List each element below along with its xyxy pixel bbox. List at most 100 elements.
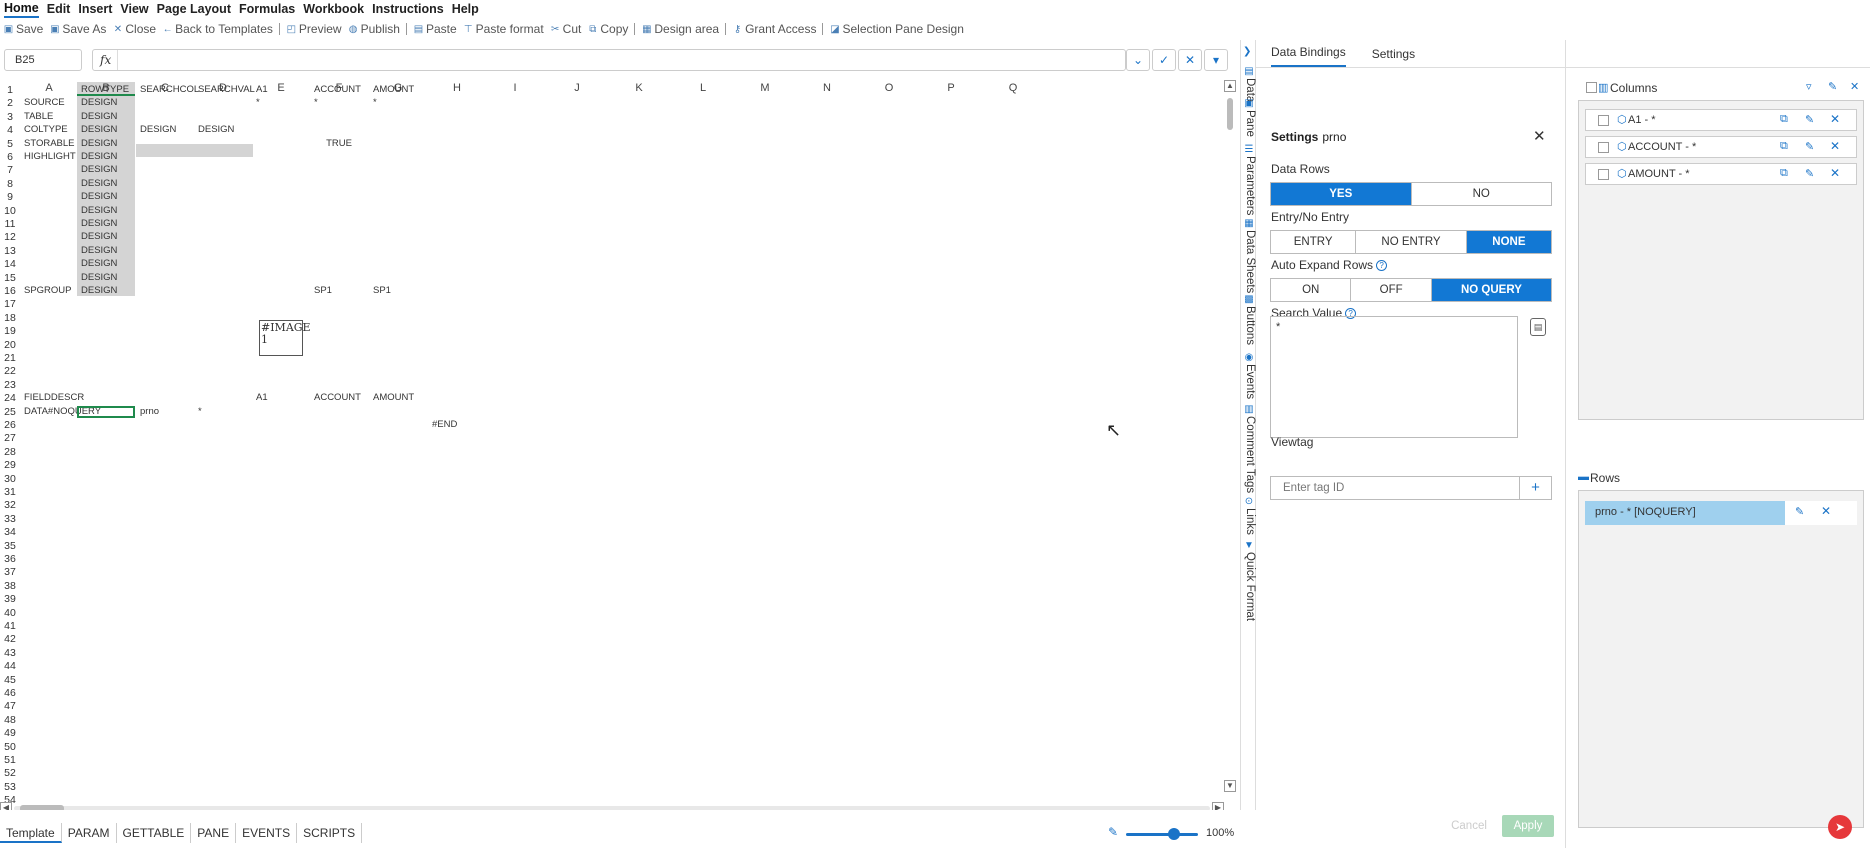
sheet-tab-pane[interactable]: PANE: [191, 823, 237, 843]
column-header-j[interactable]: J: [548, 82, 606, 96]
column-header-m[interactable]: M: [736, 82, 794, 96]
edit-icon[interactable]: ✎: [1805, 113, 1814, 126]
formula-input[interactable]: fx: [92, 49, 1126, 71]
row-header[interactable]: 30: [0, 473, 20, 485]
menu-formulas[interactable]: Formulas: [239, 1, 295, 17]
cell-c4[interactable]: DESIGN: [136, 122, 176, 138]
row-header[interactable]: 20: [0, 339, 20, 351]
option-yes[interactable]: YES: [1271, 183, 1412, 205]
row-header[interactable]: 29: [0, 459, 20, 471]
sheet-tab-scripts[interactable]: SCRIPTS: [297, 823, 363, 843]
column-header-n[interactable]: N: [798, 82, 856, 96]
column-item[interactable]: ⬡ AMOUNT - * ⧉ ✎ ✕: [1585, 163, 1857, 185]
row-header[interactable]: 19: [0, 325, 20, 337]
column-header-q[interactable]: Q: [984, 82, 1042, 96]
option-entry[interactable]: ENTRY: [1271, 231, 1357, 253]
close-icon[interactable]: ✕: [1533, 127, 1546, 145]
calculator-icon[interactable]: ▤: [1530, 318, 1546, 336]
save-button[interactable]: ▣ Save: [3, 22, 44, 36]
viewtag-input[interactable]: Enter tag ID: [1270, 476, 1520, 500]
cell-a6[interactable]: HIGHLIGHT: [20, 149, 76, 165]
row-header[interactable]: 24: [0, 392, 20, 404]
row-header[interactable]: 6: [0, 151, 20, 163]
chevron-down-icon[interactable]: ⌄: [1126, 49, 1150, 71]
cut-button[interactable]: ✂ Cut: [550, 22, 581, 36]
row-header[interactable]: 53: [0, 781, 20, 793]
row-header[interactable]: 17: [0, 298, 20, 310]
row-header[interactable]: 50: [0, 741, 20, 753]
cell-f5[interactable]: TRUE: [310, 136, 368, 152]
menu-edit[interactable]: Edit: [47, 1, 71, 17]
row-header[interactable]: 26: [0, 419, 20, 431]
row-header[interactable]: 37: [0, 566, 20, 578]
row-header[interactable]: 45: [0, 674, 20, 686]
scroll-thumb[interactable]: [1227, 98, 1233, 130]
option-no-query[interactable]: NO QUERY: [1431, 279, 1551, 301]
cell-f2[interactable]: *: [310, 95, 318, 111]
cell-e2[interactable]: *: [252, 95, 260, 111]
option-no-entry[interactable]: NO ENTRY: [1356, 231, 1467, 253]
delete-icon[interactable]: ✕: [1830, 166, 1840, 180]
row-header[interactable]: 31: [0, 486, 20, 498]
tab-settings[interactable]: Settings: [1372, 47, 1415, 67]
cell-e24[interactable]: A1: [252, 390, 268, 406]
chevron-right-icon[interactable]: ❯: [1243, 46, 1251, 57]
tab-data-bindings[interactable]: Data Bindings: [1271, 45, 1346, 67]
row-header[interactable]: 11: [0, 218, 20, 230]
help-icon[interactable]: ?: [1376, 260, 1388, 271]
zoom-slider-track[interactable]: [1126, 833, 1198, 836]
column-item[interactable]: ⬡ ACCOUNT - * ⧉ ✎ ✕: [1585, 136, 1857, 158]
delete-icon[interactable]: ✕: [1821, 504, 1831, 518]
row-header[interactable]: 42: [0, 633, 20, 645]
row-header[interactable]: 39: [0, 593, 20, 605]
menu-help[interactable]: Help: [452, 1, 479, 17]
column-header-o[interactable]: O: [860, 82, 918, 96]
row-header[interactable]: 38: [0, 580, 20, 592]
row-header[interactable]: 48: [0, 714, 20, 726]
row-header[interactable]: 18: [0, 312, 20, 324]
cell-b16[interactable]: DESIGN: [77, 283, 117, 299]
row-header[interactable]: 51: [0, 754, 20, 766]
row-header[interactable]: 5: [0, 138, 20, 150]
close-button[interactable]: ✕ Close: [112, 22, 156, 36]
row-header[interactable]: 28: [0, 446, 20, 458]
row-header[interactable]: 41: [0, 620, 20, 632]
cell-d4[interactable]: DESIGN: [194, 122, 234, 138]
row-header[interactable]: 15: [0, 272, 20, 284]
cell-d1[interactable]: SEARCHVAL: [194, 82, 255, 98]
horizontal-scrollbar[interactable]: ◀ ▶: [0, 802, 1224, 810]
publish-button[interactable]: ◍ Publish: [348, 22, 400, 36]
paste-button[interactable]: ▤ Paste: [413, 22, 457, 36]
row-header[interactable]: 8: [0, 178, 20, 190]
row-header[interactable]: 32: [0, 499, 20, 511]
row-header[interactable]: 35: [0, 540, 20, 552]
delete-icon[interactable]: ✕: [1850, 80, 1859, 93]
scroll-down-icon[interactable]: ▼: [1224, 780, 1236, 792]
row-header[interactable]: 49: [0, 727, 20, 739]
copy-icon[interactable]: ⧉: [1780, 113, 1788, 126]
row-item[interactable]: prno - * [NOQUERY] ✎ ✕: [1585, 501, 1857, 525]
column-header-p[interactable]: P: [922, 82, 980, 96]
cancel-button[interactable]: Cancel: [1445, 815, 1493, 837]
cancel-x-icon[interactable]: ✕: [1178, 49, 1202, 71]
row-header[interactable]: 2: [0, 97, 20, 109]
row-header[interactable]: 46: [0, 687, 20, 699]
preview-button[interactable]: ◰ Preview: [286, 22, 342, 36]
row-header[interactable]: 7: [0, 164, 20, 176]
rocket-icon[interactable]: ➤: [1828, 815, 1852, 839]
design-area-button[interactable]: ▦ Design area: [641, 22, 719, 36]
row-header[interactable]: 12: [0, 231, 20, 243]
option-off[interactable]: OFF: [1351, 279, 1432, 301]
row-header[interactable]: 4: [0, 124, 20, 136]
row-header[interactable]: 36: [0, 553, 20, 565]
sheet-tab-template[interactable]: Template: [0, 823, 62, 843]
scroll-up-icon[interactable]: ▲: [1224, 80, 1236, 92]
option-on[interactable]: ON: [1271, 279, 1352, 301]
edit-icon[interactable]: ✎: [1795, 505, 1804, 518]
back-to-templates-button[interactable]: ← Back to Templates: [162, 22, 273, 36]
active-cell[interactable]: [77, 405, 135, 418]
edit-icon[interactable]: ✎: [1828, 80, 1837, 93]
image-placeholder[interactable]: #IMAGE 1: [259, 319, 311, 356]
menu-view[interactable]: View: [120, 1, 148, 17]
spreadsheet-grid[interactable]: ABCDEFGHIJKLMNOPQ 1 2 3 4 5 6 7 8 9 10 11 12 13 14 15 1…: [0, 80, 1236, 810]
